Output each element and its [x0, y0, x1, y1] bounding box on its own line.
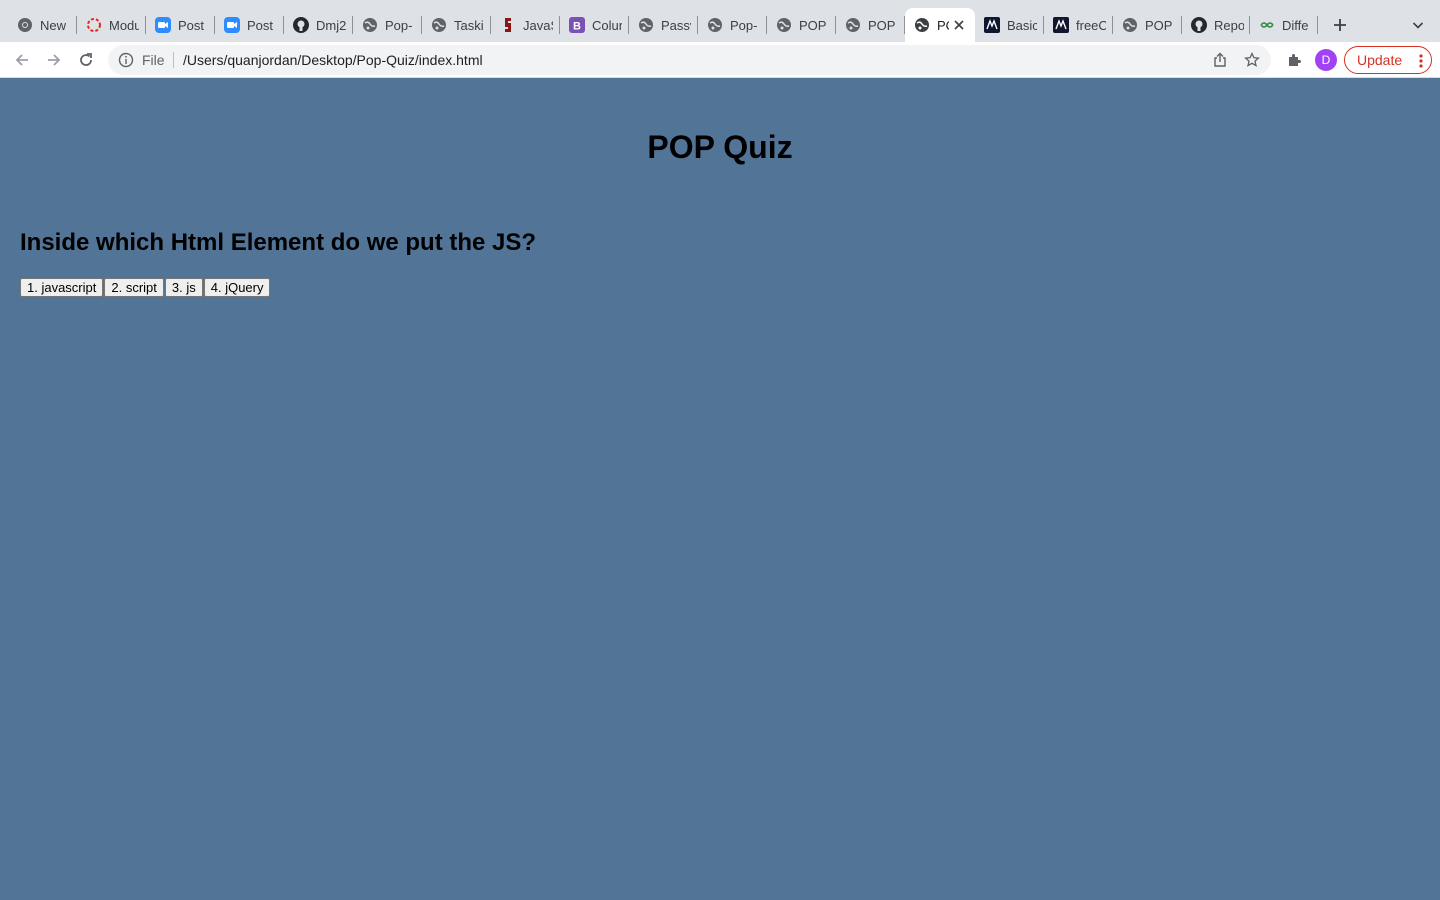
- answer-button-3[interactable]: 3. js: [164, 278, 203, 297]
- tab-title: Post: [247, 17, 274, 33]
- tab-new-tab[interactable]: New: [8, 8, 77, 42]
- globe-icon: [776, 17, 792, 33]
- tab-pop-3[interactable]: POP: [767, 8, 836, 42]
- omnibox-divider: [173, 52, 174, 68]
- update-button[interactable]: Update: [1344, 46, 1432, 74]
- close-icon[interactable]: [951, 17, 967, 33]
- more-vertical-icon: [1419, 53, 1423, 72]
- tab-freecodecamp[interactable]: freeC: [1044, 8, 1113, 42]
- tab-title: Pop-: [730, 17, 758, 33]
- answer-button-1[interactable]: 1. javascript: [20, 278, 104, 297]
- address-bar[interactable]: File /Users/quanjordan/Desktop/Pop-Quiz/…: [108, 45, 1271, 75]
- tab-pop-4[interactable]: POP: [836, 8, 905, 42]
- tab-repo[interactable]: Repo: [1182, 8, 1250, 42]
- codecademy-icon: [1053, 17, 1069, 33]
- tab-title: POP: [868, 17, 896, 33]
- info-icon[interactable]: [118, 52, 134, 68]
- ring-icon: [86, 17, 102, 33]
- globe-icon: [1122, 17, 1138, 33]
- globe-icon: [362, 17, 378, 33]
- tab-password[interactable]: Passv: [629, 8, 698, 42]
- tab-pop-5[interactable]: POP: [1113, 8, 1182, 42]
- tab-pop-2[interactable]: Pop-: [698, 8, 767, 42]
- tab-title: Post: [178, 17, 205, 33]
- chevron-down-icon[interactable]: [1406, 13, 1430, 37]
- tab-difference[interactable]: Diffe: [1250, 8, 1318, 42]
- new-tab-plus-icon[interactable]: [1328, 13, 1352, 37]
- answer-button-2[interactable]: 2. script: [104, 278, 164, 297]
- globe-icon: [845, 17, 861, 33]
- tab-dmj2[interactable]: Dmj2: [284, 8, 353, 42]
- reload-icon[interactable]: [72, 46, 100, 74]
- tab-title: Basic: [1007, 17, 1037, 33]
- tab-title: Taski: [454, 17, 484, 33]
- globe-icon: [914, 17, 930, 33]
- tab-pop-quiz-active[interactable]: PO: [905, 8, 975, 42]
- tab-title: Dmj2: [316, 17, 346, 33]
- extensions-puzzle-icon[interactable]: [1280, 46, 1308, 74]
- tab-title: Passv: [661, 17, 691, 33]
- globe-icon: [707, 17, 723, 33]
- globe-icon: [431, 17, 447, 33]
- bootstrap-icon: B: [569, 17, 585, 33]
- tab-title: Colur: [592, 17, 622, 33]
- answer-choices: 1. javascript 2. script 3. js 4. jQuery: [20, 278, 271, 297]
- page-title: POP Quiz: [647, 129, 793, 165]
- tab-post-1[interactable]: Post: [146, 8, 215, 42]
- tab-javascript[interactable]: JavaS: [491, 8, 560, 42]
- geeks-icon: [1259, 17, 1275, 33]
- chrome-icon: [17, 17, 33, 33]
- browser-toolbar: File /Users/quanjordan/Desktop/Pop-Quiz/…: [0, 42, 1440, 78]
- tab-title: POP: [1145, 17, 1173, 33]
- github-icon: [1191, 17, 1207, 33]
- svg-text:B: B: [573, 21, 581, 33]
- update-label: Update: [1357, 52, 1403, 68]
- share-icon[interactable]: [1212, 52, 1228, 68]
- question-text: Inside which Html Element do we put the …: [20, 229, 537, 256]
- zoom-icon: [155, 17, 171, 33]
- stanford-icon: [500, 17, 516, 33]
- tab-title: POP: [799, 17, 827, 33]
- zoom-icon: [224, 17, 240, 33]
- tab-strip: New Modu Post Post Dmj2 Pop- Taski Java …: [0, 0, 1440, 42]
- tab-tasks[interactable]: Taski: [422, 8, 491, 42]
- codecademy-icon: [984, 17, 1000, 33]
- globe-icon: [638, 17, 654, 33]
- tab-title: JavaS: [523, 17, 553, 33]
- tab-pop-1[interactable]: Pop-: [353, 8, 422, 42]
- tab-columns[interactable]: B Colur: [560, 8, 629, 42]
- tab-modules[interactable]: Modu: [77, 8, 146, 42]
- tab-title: Repo: [1214, 17, 1244, 33]
- page-content: POP Quiz Inside which Html Element do we…: [0, 79, 1440, 900]
- tab-title: New: [40, 17, 67, 33]
- scheme-label: File: [142, 52, 165, 68]
- back-arrow-icon[interactable]: [8, 46, 36, 74]
- answer-button-4[interactable]: 4. jQuery: [203, 278, 271, 297]
- tab-separator: [1317, 16, 1318, 34]
- github-icon: [293, 17, 309, 33]
- profile-avatar[interactable]: D: [1315, 49, 1337, 71]
- tab-title: Modu: [109, 17, 139, 33]
- tab-title: PO: [937, 17, 949, 33]
- forward-arrow-icon[interactable]: [40, 46, 68, 74]
- tab-basic[interactable]: Basic: [975, 8, 1044, 42]
- tab-title: Pop-: [385, 17, 413, 33]
- tab-title: freeC: [1076, 17, 1106, 33]
- url-text[interactable]: /Users/quanjordan/Desktop/Pop-Quiz/index…: [183, 52, 483, 68]
- bookmark-star-icon[interactable]: [1244, 51, 1260, 68]
- tab-post-2[interactable]: Post: [215, 8, 284, 42]
- tab-title: Diffe: [1282, 17, 1309, 33]
